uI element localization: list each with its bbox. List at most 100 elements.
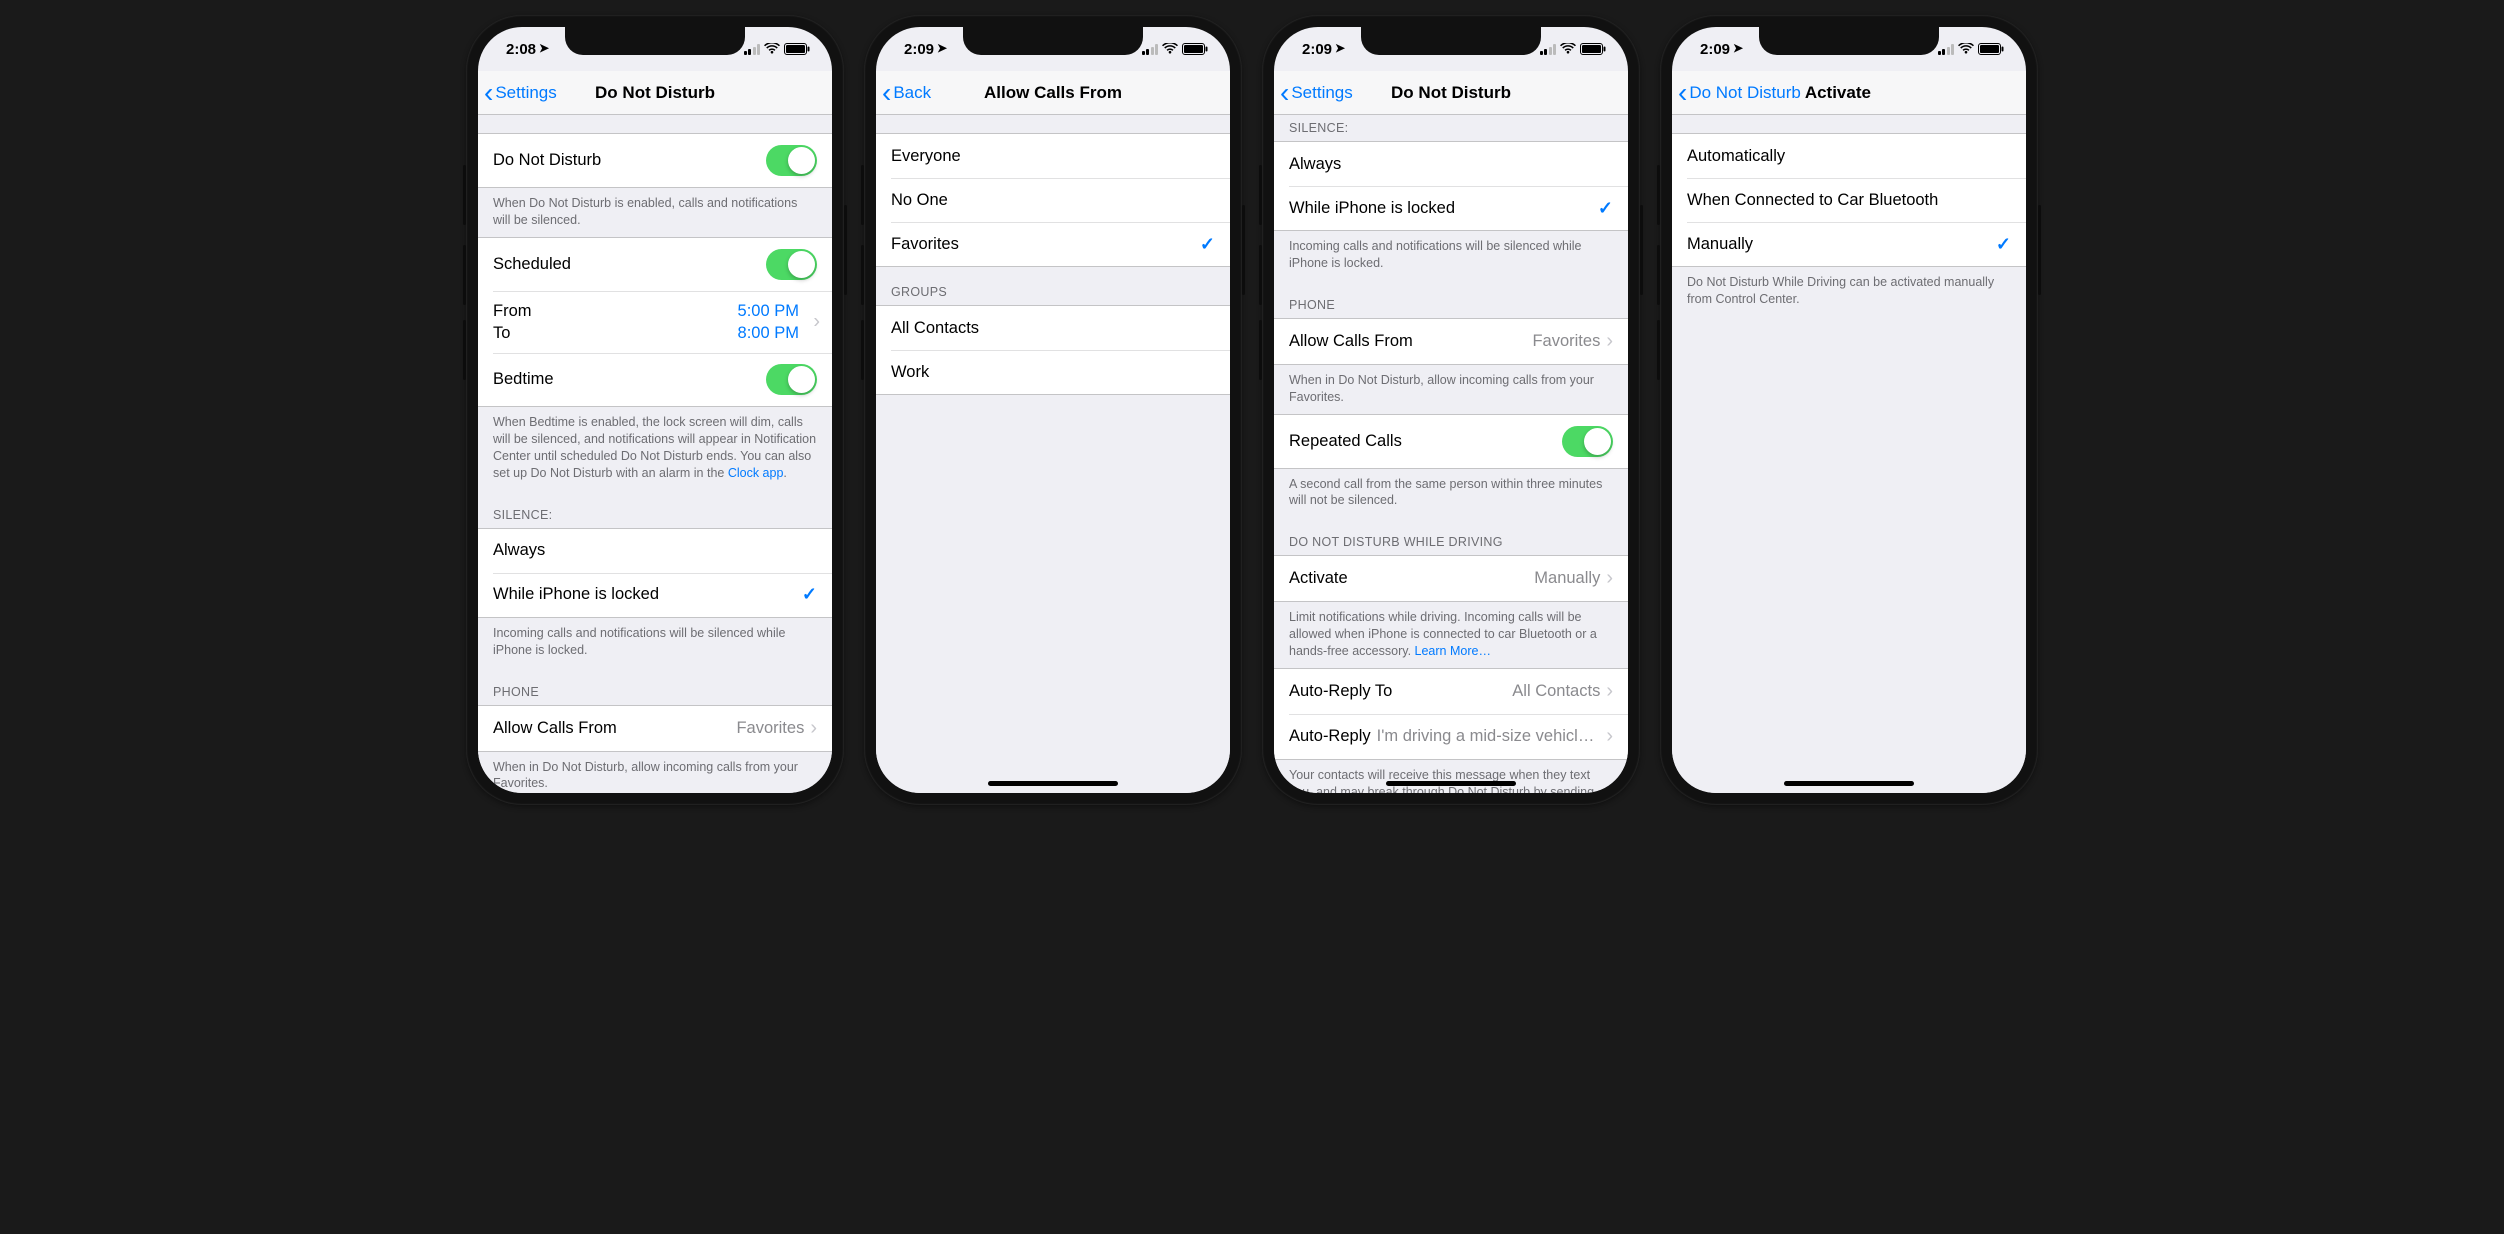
option-work[interactable]: Work — [876, 350, 1230, 394]
settings-content[interactable]: Do Not Disturb When Do Not Disturb is en… — [478, 115, 832, 793]
option-favorites[interactable]: Favorites✓ — [876, 222, 1230, 266]
status-time: 2:08 — [506, 41, 536, 58]
silence-always-row[interactable]: Always — [478, 529, 832, 573]
location-icon: ➤ — [937, 41, 947, 55]
cell-label: Bedtime — [493, 370, 766, 389]
group-footer: A second call from the same person withi… — [1274, 469, 1628, 518]
screen: 2:09➤ ‹ Settings Do Not Disturb SILENCE:… — [1274, 27, 1628, 793]
battery-icon — [1978, 43, 2004, 55]
back-button[interactable]: ‹ Do Not Disturb — [1672, 79, 1801, 107]
toggle-switch[interactable] — [766, 364, 817, 395]
wifi-icon — [1958, 43, 1974, 55]
group-footer: Your contacts will receive this message … — [1274, 760, 1628, 793]
location-icon: ➤ — [1335, 41, 1345, 55]
toggle-switch[interactable] — [1562, 426, 1613, 457]
settings-content[interactable]: SILENCE: Always While iPhone is locked✓ … — [1274, 115, 1628, 793]
checkmark-icon: ✓ — [1200, 234, 1215, 255]
notch — [1361, 27, 1541, 55]
option-everyone[interactable]: Everyone — [876, 134, 1230, 178]
allow-calls-from-row[interactable]: Allow Calls From Favorites › — [1274, 319, 1628, 364]
nav-bar: ‹ Settings Do Not Disturb — [478, 71, 832, 115]
silence-always-row[interactable]: Always — [1274, 142, 1628, 186]
cell-value: All Contacts — [1512, 682, 1600, 701]
checkmark-icon: ✓ — [1996, 234, 2011, 255]
nav-bar: ‹ Settings Do Not Disturb — [1274, 71, 1628, 115]
back-label: Settings — [1291, 83, 1352, 103]
silence-while-locked-row[interactable]: While iPhone is locked✓ — [1274, 186, 1628, 230]
bedtime-toggle-row[interactable]: Bedtime — [478, 353, 832, 406]
chevron-right-icon: › — [813, 311, 820, 334]
cell-label: Always — [1289, 155, 1613, 174]
iphone-frame: 2:08 ➤ ‹ Settings Do Not Disturb Do Not … — [466, 15, 844, 805]
group-header: GROUPS — [876, 267, 1230, 305]
cell-value: Favorites — [1532, 332, 1600, 351]
settings-content[interactable]: Automatically When Connected to Car Blue… — [1672, 115, 2026, 793]
nav-bar: ‹ Do Not Disturb Activate — [1672, 71, 2026, 115]
chevron-right-icon: › — [810, 717, 817, 740]
location-icon: ➤ — [539, 41, 549, 55]
scheduled-toggle-row[interactable]: Scheduled — [478, 238, 832, 291]
settings-content[interactable]: Everyone No One Favorites✓ GROUPS All Co… — [876, 115, 1230, 793]
auto-reply-to-row[interactable]: Auto-Reply To All Contacts › — [1274, 669, 1628, 714]
checkmark-icon: ✓ — [802, 584, 817, 605]
option-automatically[interactable]: Automatically — [1672, 134, 2026, 178]
notch — [1759, 27, 1939, 55]
cell-label: Repeated Calls — [1289, 432, 1562, 451]
cell-label: While iPhone is locked — [1289, 199, 1598, 218]
iphone-frame: 2:09➤ ‹ Settings Do Not Disturb SILENCE:… — [1262, 15, 1640, 805]
schedule-time-row[interactable]: From5:00 PM To8:00 PM › — [478, 291, 832, 354]
dnd-toggle-row[interactable]: Do Not Disturb — [478, 134, 832, 187]
iphone-frame: 2:09➤ ‹ Do Not Disturb Activate Automati… — [1660, 15, 2038, 805]
back-button[interactable]: ‹ Back — [876, 79, 931, 107]
chevron-left-icon: ‹ — [1280, 79, 1289, 107]
back-button[interactable]: ‹ Settings — [1274, 79, 1353, 107]
toggle-switch[interactable] — [766, 145, 817, 176]
auto-reply-row[interactable]: Auto-Reply I'm driving a mid-size vehicl… — [1274, 714, 1628, 759]
cell-value: I'm driving a mid-size vehicle ri… — [1377, 727, 1601, 746]
allow-calls-from-row[interactable]: Allow Calls From Favorites › — [478, 706, 832, 751]
home-indicator — [1784, 781, 1914, 786]
status-time: 2:09 — [1302, 41, 1332, 58]
group-footer: Limit notifications while driving. Incom… — [1274, 602, 1628, 668]
option-no-one[interactable]: No One — [876, 178, 1230, 222]
cell-label: Do Not Disturb — [493, 151, 766, 170]
cell-label: Manually — [1687, 235, 1996, 254]
home-indicator — [988, 781, 1118, 786]
group-footer: Incoming calls and notifications will be… — [1274, 231, 1628, 280]
chevron-right-icon: › — [1606, 330, 1613, 353]
cell-label: Activate — [1289, 569, 1534, 588]
cell-value: Manually — [1534, 569, 1600, 588]
cellular-signal-icon — [1938, 44, 1955, 55]
group-footer: When in Do Not Disturb, allow incoming c… — [478, 752, 832, 793]
cell-value: Favorites — [736, 719, 804, 738]
back-button[interactable]: ‹ Settings — [478, 79, 557, 107]
cell-label: Everyone — [891, 147, 1215, 166]
wifi-icon — [764, 43, 780, 55]
battery-icon — [1182, 43, 1208, 55]
chevron-left-icon: ‹ — [1678, 79, 1687, 107]
option-manually[interactable]: Manually✓ — [1672, 222, 2026, 266]
cellular-signal-icon — [1540, 44, 1557, 55]
home-indicator — [1386, 781, 1516, 786]
repeated-calls-toggle-row[interactable]: Repeated Calls — [1274, 415, 1628, 468]
activate-row[interactable]: Activate Manually › — [1274, 556, 1628, 601]
to-value: 8:00 PM — [738, 322, 799, 344]
learn-more-link[interactable]: Learn More… — [1415, 644, 1491, 658]
cell-label: Scheduled — [493, 255, 766, 274]
group-footer: When in Do Not Disturb, allow incoming c… — [1274, 365, 1628, 414]
chevron-right-icon: › — [1606, 725, 1613, 748]
toggle-switch[interactable] — [766, 249, 817, 280]
cellular-signal-icon — [744, 44, 761, 55]
option-all-contacts[interactable]: All Contacts — [876, 306, 1230, 350]
silence-while-locked-row[interactable]: While iPhone is locked ✓ — [478, 573, 832, 617]
from-value: 5:00 PM — [738, 300, 799, 322]
clock-app-link[interactable]: Clock app — [728, 466, 784, 480]
cell-label: Favorites — [891, 235, 1200, 254]
back-label: Settings — [495, 83, 556, 103]
cell-label: Work — [891, 363, 1215, 382]
group-header: SILENCE: — [478, 490, 832, 528]
battery-icon — [784, 43, 810, 55]
chevron-left-icon: ‹ — [882, 79, 891, 107]
cell-label: Auto-Reply To — [1289, 682, 1512, 701]
option-car-bluetooth[interactable]: When Connected to Car Bluetooth — [1672, 178, 2026, 222]
